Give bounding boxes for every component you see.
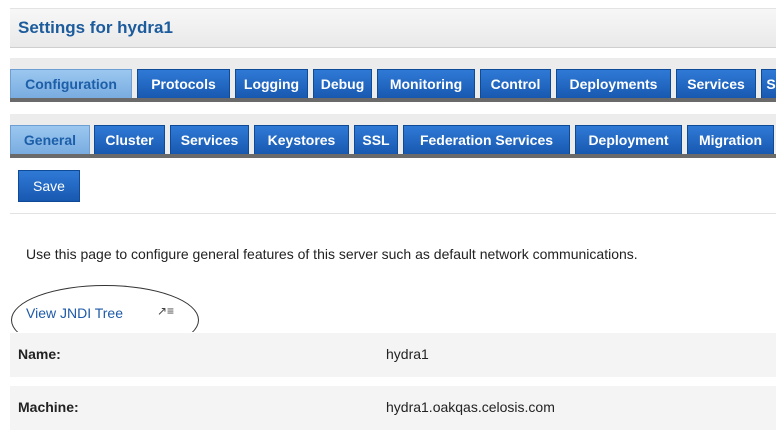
subtab-migration[interactable]: Migration: [687, 125, 774, 154]
subtab-cluster[interactable]: Cluster: [94, 125, 165, 154]
subtab-keystores[interactable]: Keystores: [254, 125, 349, 154]
property-row-machine: Machine: hydra1.oakqas.celosis.com: [10, 385, 776, 430]
machine-label: Machine:: [18, 399, 79, 415]
subtab-ssl[interactable]: SSL: [354, 125, 398, 154]
tab-deployments[interactable]: Deployments: [556, 69, 671, 98]
tab-monitoring[interactable]: Monitoring: [377, 69, 475, 98]
view-jndi-tree-link[interactable]: View JNDI Tree: [26, 305, 123, 321]
tab-logging[interactable]: Logging: [235, 69, 308, 98]
property-row-name: Name: hydra1: [10, 332, 776, 377]
tab-debug[interactable]: Debug: [313, 69, 372, 98]
subtab-general[interactable]: General: [10, 125, 90, 154]
subtab-deployment[interactable]: Deployment: [575, 125, 682, 154]
tab-control[interactable]: Control: [480, 69, 551, 98]
tab-protocols[interactable]: Protocols: [137, 69, 230, 98]
name-value: hydra1: [386, 346, 429, 362]
main-tab-bar: Configuration Protocols Logging Debug Mo…: [10, 58, 776, 102]
divider: [10, 213, 776, 214]
save-button[interactable]: Save: [18, 170, 80, 202]
sub-tab-bar: General Cluster Services Keystores SSL F…: [10, 114, 776, 158]
tab-configuration[interactable]: Configuration: [10, 69, 132, 98]
subtab-federation-services[interactable]: Federation Services: [403, 125, 570, 154]
tab-truncated[interactable]: S: [761, 69, 776, 98]
machine-value: hydra1.oakqas.celosis.com: [386, 399, 555, 415]
title-bar: Settings for hydra1: [10, 8, 776, 48]
settings-panel: Settings for hydra1 Configuration Protoc…: [10, 8, 776, 443]
external-link-icon[interactable]: ↗≡: [157, 304, 174, 318]
page-description: Use this page to configure general featu…: [26, 246, 638, 262]
name-label: Name:: [18, 346, 61, 362]
subtab-services[interactable]: Services: [170, 125, 249, 154]
page-title: Settings for hydra1: [18, 18, 173, 37]
tab-services[interactable]: Services: [676, 69, 756, 98]
